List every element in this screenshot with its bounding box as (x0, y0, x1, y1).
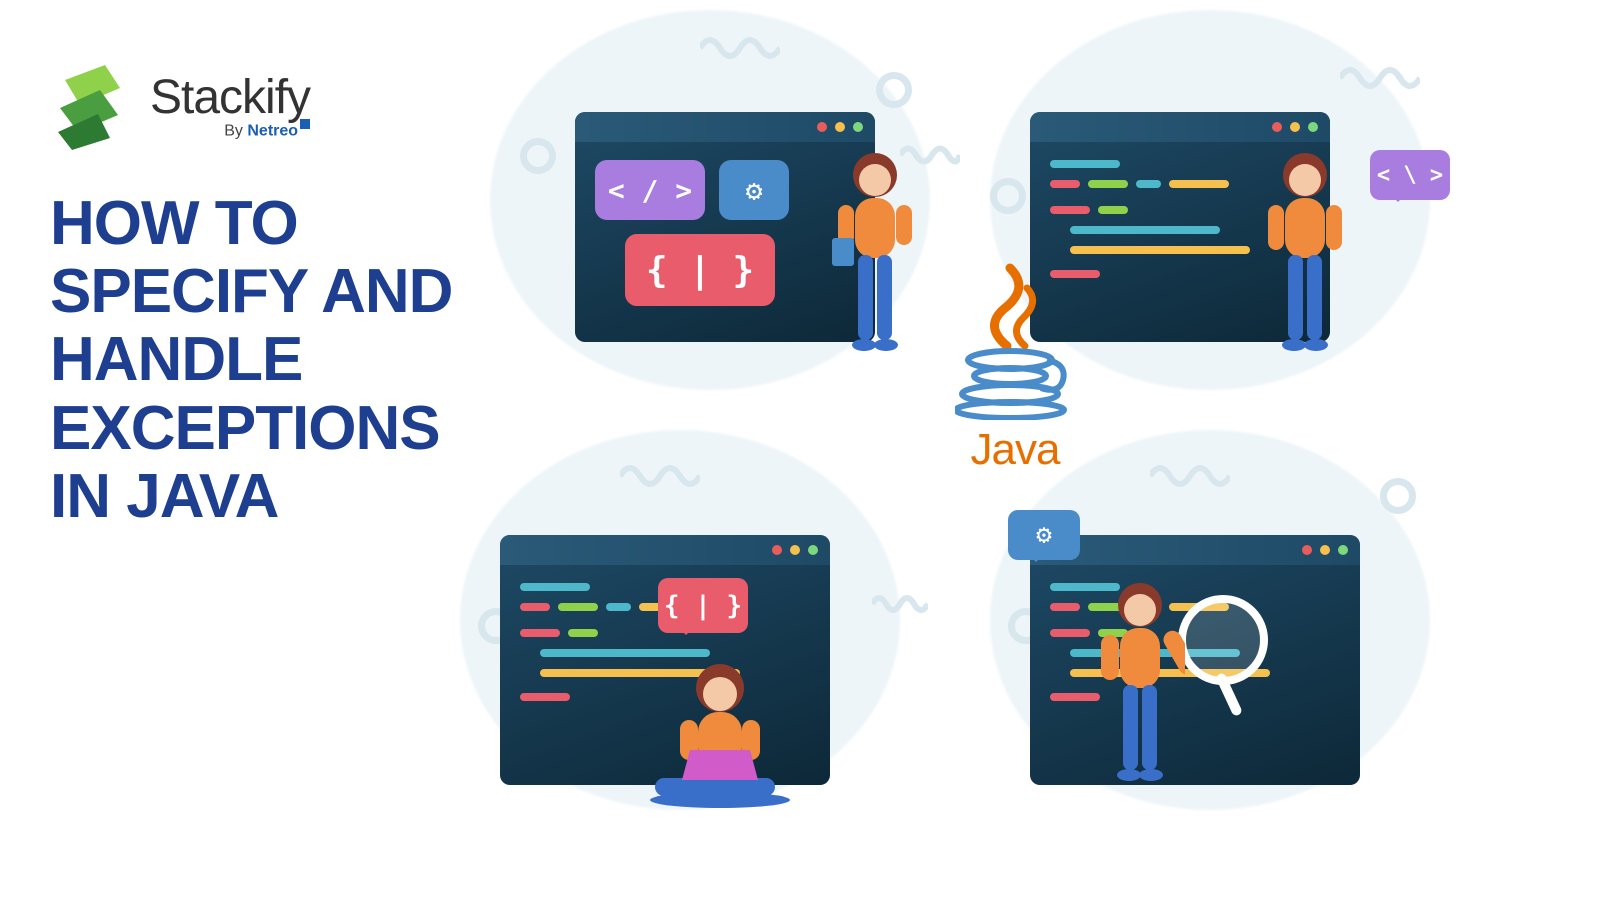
panel-header (575, 112, 875, 142)
brand-byline: By Netreo (150, 119, 310, 140)
page-title: HOW TO SPECIFY AND HANDLE EXCEPTIONS IN … (50, 190, 470, 531)
person-illustration (650, 660, 810, 810)
java-cup-icon (955, 260, 1075, 420)
brand-name: Stackify (150, 70, 310, 125)
person-illustration (1260, 150, 1350, 360)
window-dot-red (1302, 545, 1312, 555)
decoration-circle (990, 178, 1026, 214)
decoration-squiggle (1150, 458, 1230, 488)
java-logo: Java (935, 260, 1095, 475)
speech-bubble-code: < \ > (1370, 150, 1450, 200)
decoration-circle (1380, 478, 1416, 514)
gear-badge: ⚙ (719, 160, 789, 220)
panel-header (1030, 112, 1330, 142)
window-dot-green (1338, 545, 1348, 555)
speech-bubble-gear: ⚙ (1008, 510, 1080, 560)
stackify-logo-icon (50, 60, 130, 150)
code-tag-badge: < / > (595, 160, 705, 220)
decoration-circle (520, 138, 556, 174)
window-dot-green (1308, 122, 1318, 132)
java-label: Java (935, 425, 1095, 475)
magnifier-icon (1178, 595, 1268, 685)
decoration-circle (876, 72, 912, 108)
logo-block: Stackify By Netreo (50, 60, 470, 150)
byline-prefix: By (224, 122, 247, 139)
byline-company: Netreo (247, 122, 298, 139)
decoration-squiggle (872, 590, 928, 620)
window-dot-yellow (790, 545, 800, 555)
window-dot-red (772, 545, 782, 555)
decoration-squiggle (700, 30, 780, 60)
speech-bubble-braces: { | } (658, 578, 748, 633)
window-dot-yellow (1320, 545, 1330, 555)
person-illustration (1095, 580, 1185, 790)
braces-badge: { | } (625, 234, 775, 306)
window-dot-yellow (1290, 122, 1300, 132)
window-dot-yellow (835, 122, 845, 132)
person-illustration (830, 150, 920, 360)
decoration-squiggle (620, 458, 700, 488)
decoration-squiggle (1340, 60, 1420, 90)
netreo-accent-icon (300, 119, 310, 129)
window-dot-green (853, 122, 863, 132)
panel-header (500, 535, 830, 565)
window-dot-red (817, 122, 827, 132)
window-dot-red (1272, 122, 1282, 132)
window-dot-green (808, 545, 818, 555)
